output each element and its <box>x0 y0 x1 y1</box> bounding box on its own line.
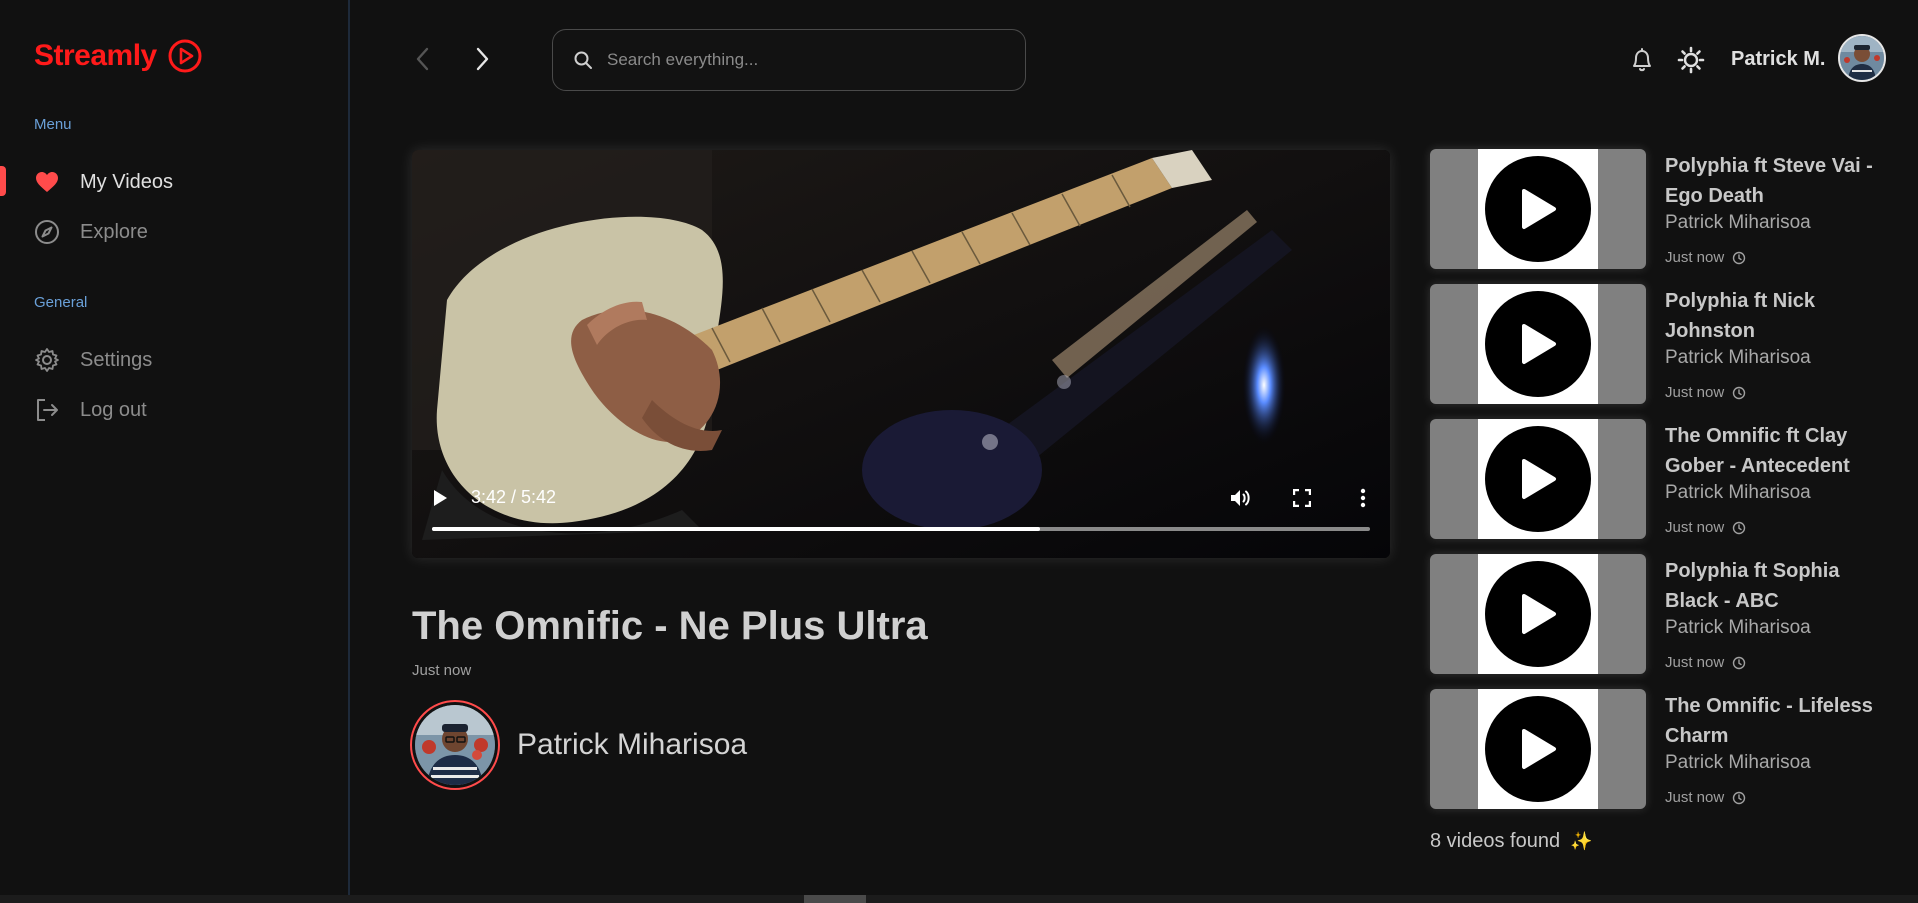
sidebar-item-my-videos[interactable]: My Videos <box>34 166 173 198</box>
play-button[interactable] <box>428 485 452 511</box>
time-label: Just now <box>1665 654 1725 671</box>
heart-icon <box>34 169 60 195</box>
clock-icon <box>1733 656 1746 669</box>
related-video-author: Patrick Miharisoa <box>1665 752 1811 773</box>
sparkle-icon: ✨ <box>1570 831 1593 851</box>
play-circle-icon <box>1485 156 1591 262</box>
theme-toggle-button[interactable] <box>1677 46 1705 74</box>
related-video-author: Patrick Miharisoa <box>1665 482 1811 503</box>
back-button[interactable] <box>408 44 438 74</box>
play-circle-logo-icon <box>168 39 202 73</box>
related-video-item[interactable]: Polyphia ft Sophia Black - ABC Patrick M… <box>1430 554 1890 674</box>
time-label: Just now <box>1665 519 1725 536</box>
video-thumbnail[interactable] <box>1430 419 1646 539</box>
videos-found-label: 8 videos found <box>1430 830 1561 852</box>
clock-icon <box>1733 791 1746 804</box>
progress-bar[interactable] <box>432 527 1370 531</box>
user-name[interactable]: Patrick M. <box>1731 48 1825 71</box>
sidebar-item-explore[interactable]: Explore <box>34 216 148 248</box>
related-video-time: Just now <box>1665 654 1746 671</box>
related-video-item[interactable]: Polyphia ft Nick Johnston Patrick Mihari… <box>1430 284 1890 404</box>
clock-icon <box>1733 521 1746 534</box>
related-video-title[interactable]: The Omnific - Lifeless Charm <box>1665 691 1890 751</box>
search-icon <box>574 51 592 69</box>
search-input[interactable] <box>607 50 987 70</box>
related-video-title[interactable]: Polyphia ft Sophia Black - ABC <box>1665 556 1890 616</box>
related-video-time: Just now <box>1665 519 1746 536</box>
bell-icon <box>1633 48 1651 72</box>
chevron-right-icon <box>476 47 489 71</box>
video-thumbnail[interactable] <box>1430 284 1646 404</box>
forward-button[interactable] <box>467 44 497 74</box>
active-indicator <box>0 166 6 196</box>
fullscreen-icon <box>1293 489 1311 507</box>
sidebar-item-label: My Videos <box>80 170 174 193</box>
videos-found-count: 8 videos found ✨ <box>1430 830 1593 853</box>
video-thumbnail[interactable] <box>1430 554 1646 674</box>
author-name[interactable]: Patrick Miharisoa <box>517 728 747 762</box>
chevron-left-icon <box>416 47 429 71</box>
play-circle-icon <box>1485 426 1591 532</box>
sun-icon <box>1677 46 1705 74</box>
play-circle-icon <box>1485 291 1591 397</box>
app-root: Streamly Menu My Videos Explore General … <box>0 0 1918 903</box>
related-video-author: Patrick Miharisoa <box>1665 347 1811 368</box>
video-title: The Omnific - Ne Plus Ultra <box>412 604 928 648</box>
logo-text: Streamly <box>34 39 157 72</box>
related-video-title[interactable]: Polyphia ft Nick Johnston <box>1665 286 1890 346</box>
play-icon <box>434 490 447 506</box>
section-label-menu: Menu <box>34 116 72 133</box>
related-video-item[interactable]: The Omnific ft Clay Gober - Antecedent P… <box>1430 419 1890 539</box>
related-video-author: Patrick Miharisoa <box>1665 617 1811 638</box>
time-label: Just now <box>1665 789 1725 806</box>
sidebar-item-label: Explore <box>80 220 148 243</box>
related-video-title[interactable]: Polyphia ft Steve Vai - Ego Death <box>1665 151 1890 211</box>
play-circle-icon <box>1485 561 1591 667</box>
horizontal-scrollbar[interactable] <box>0 895 1918 903</box>
related-video-time: Just now <box>1665 249 1746 266</box>
sidebar-item-logout[interactable]: Log out <box>34 394 147 426</box>
clock-icon <box>1733 251 1746 264</box>
author-photo <box>415 705 495 785</box>
search-bar <box>552 29 1026 91</box>
video-thumbnail[interactable] <box>1430 149 1646 269</box>
avatar-image <box>1840 36 1884 80</box>
time-label: Just now <box>1665 249 1725 266</box>
volume-icon <box>1231 490 1250 506</box>
author-avatar[interactable] <box>410 700 500 790</box>
more-options-button[interactable] <box>1350 485 1376 511</box>
related-video-time: Just now <box>1665 789 1746 806</box>
video-player[interactable]: 3:42 / 5:42 <box>412 150 1390 558</box>
sidebar: Streamly Menu My Videos Explore General … <box>0 0 350 895</box>
related-video-title[interactable]: The Omnific ft Clay Gober - Antecedent <box>1665 421 1890 481</box>
user-avatar[interactable] <box>1838 34 1886 82</box>
progress-fill <box>432 527 1041 531</box>
video-timestamp: Just now <box>412 662 472 679</box>
related-video-author: Patrick Miharisoa <box>1665 212 1811 233</box>
fullscreen-button[interactable] <box>1289 485 1315 511</box>
clock-icon <box>1733 386 1746 399</box>
sidebar-item-label: Log out <box>80 398 147 421</box>
compass-icon <box>34 219 60 245</box>
logout-icon <box>34 397 60 423</box>
volume-button[interactable] <box>1228 485 1254 511</box>
time-label: Just now <box>1665 384 1725 401</box>
notifications-button[interactable] <box>1628 46 1656 74</box>
section-label-general: General <box>34 294 88 311</box>
logo[interactable]: Streamly <box>34 38 203 74</box>
sidebar-item-label: Settings <box>80 348 153 371</box>
play-circle-icon <box>1485 696 1591 802</box>
time-display: 3:42 / 5:42 <box>471 487 557 507</box>
related-video-time: Just now <box>1665 384 1746 401</box>
scrollbar-thumb[interactable] <box>804 895 866 903</box>
sidebar-item-settings[interactable]: Settings <box>34 344 152 376</box>
related-video-item[interactable]: Polyphia ft Steve Vai - Ego Death Patric… <box>1430 149 1890 269</box>
gear-icon <box>34 347 60 373</box>
related-video-item[interactable]: The Omnific - Lifeless Charm Patrick Mih… <box>1430 689 1890 809</box>
kebab-menu-icon <box>1360 488 1366 508</box>
video-thumbnail[interactable] <box>1430 689 1646 809</box>
